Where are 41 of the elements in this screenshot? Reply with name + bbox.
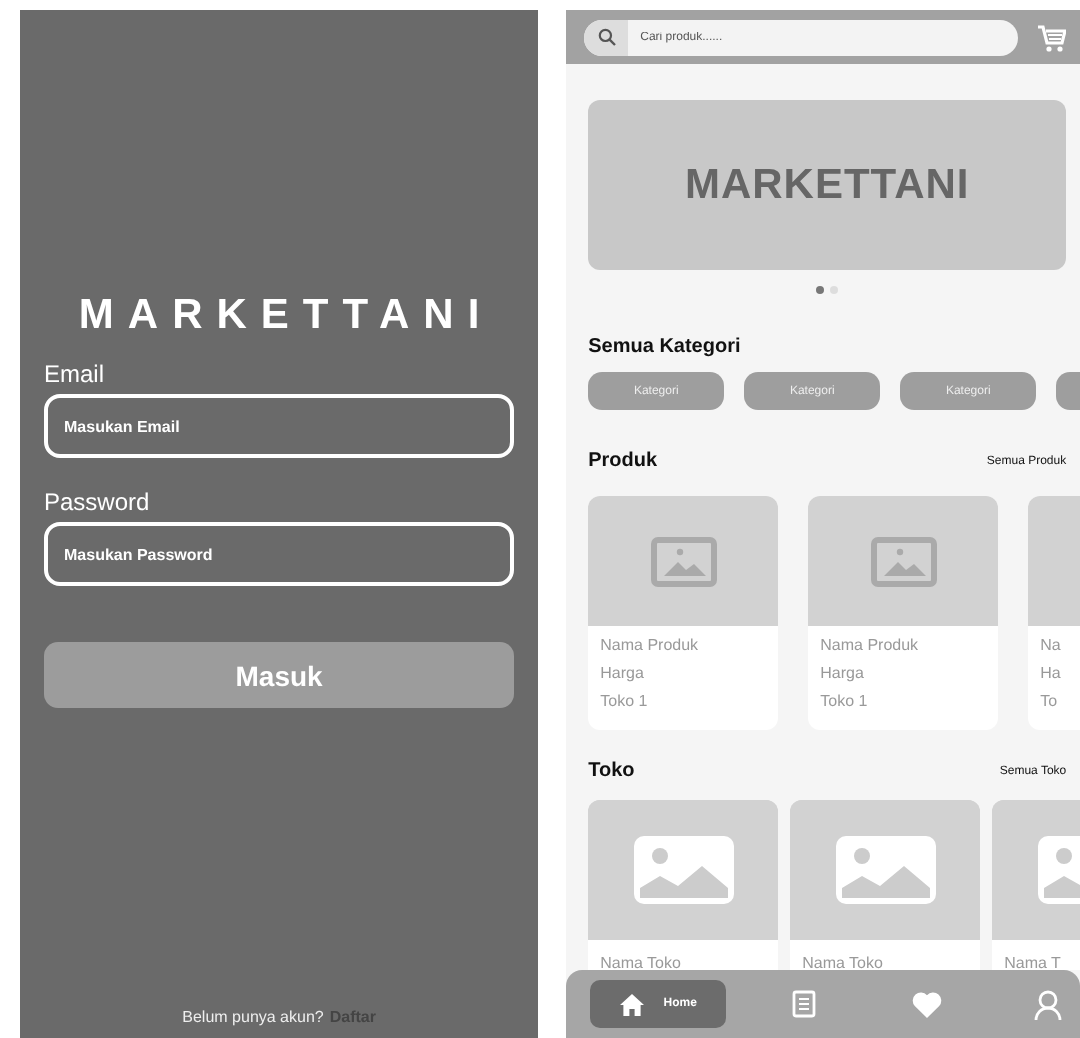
product-name: Na bbox=[1040, 634, 1063, 658]
banner[interactable]: MARKETTANI bbox=[588, 100, 1067, 270]
store-card[interactable]: Nama T bbox=[992, 800, 1080, 970]
banner-title: MARKETTANI bbox=[684, 161, 970, 209]
home-icon bbox=[619, 993, 644, 1015]
product-store: Toko 1 bbox=[820, 690, 870, 714]
product-price: Harga bbox=[600, 662, 646, 686]
signup-prompt: Belum punya akun? bbox=[182, 1008, 324, 1026]
product-card[interactable]: Na Ha To bbox=[1028, 496, 1080, 730]
login-button[interactable]: Masuk bbox=[44, 642, 515, 708]
image-icon bbox=[835, 836, 936, 904]
image-icon bbox=[869, 535, 938, 587]
image-icon bbox=[633, 836, 734, 904]
store-name: Nama Toko bbox=[600, 954, 681, 970]
user-icon bbox=[1034, 989, 1063, 1019]
store-name: Nama T bbox=[1004, 954, 1061, 970]
store-card[interactable]: Nama Toko bbox=[588, 800, 779, 970]
product-price: Ha bbox=[1040, 662, 1063, 686]
section-title: Toko bbox=[588, 760, 635, 782]
field-label: Password bbox=[44, 488, 150, 516]
section-title: Produk bbox=[588, 450, 658, 472]
heart-icon bbox=[911, 991, 942, 1017]
carousel-dot[interactable] bbox=[816, 286, 825, 294]
field-label: Email bbox=[44, 360, 105, 388]
product-name: Nama Produk bbox=[820, 634, 921, 658]
product-store: To bbox=[1040, 690, 1060, 714]
cart-icon[interactable] bbox=[1038, 23, 1067, 51]
product-price: Harga bbox=[820, 662, 866, 686]
product-name: Nama Produk bbox=[600, 634, 701, 658]
product-card[interactable]: Nama Produk Harga Toko 1 bbox=[588, 496, 779, 730]
product-card[interactable]: Nama Produk Harga Toko 1 bbox=[808, 496, 999, 730]
image-icon bbox=[649, 535, 718, 587]
list-icon bbox=[792, 990, 817, 1018]
search-icon bbox=[597, 28, 616, 46]
input-field[interactable]: Masukan Password bbox=[44, 522, 515, 586]
input-field[interactable]: Masukan Email bbox=[44, 394, 515, 458]
section-title: Semua Kategori bbox=[588, 336, 741, 358]
app-title: MARKETTANI bbox=[76, 292, 496, 340]
store-card[interactable]: Nama Toko bbox=[790, 800, 981, 970]
product-store: Toko 1 bbox=[600, 690, 650, 714]
store-name: Nama Toko bbox=[802, 954, 883, 970]
